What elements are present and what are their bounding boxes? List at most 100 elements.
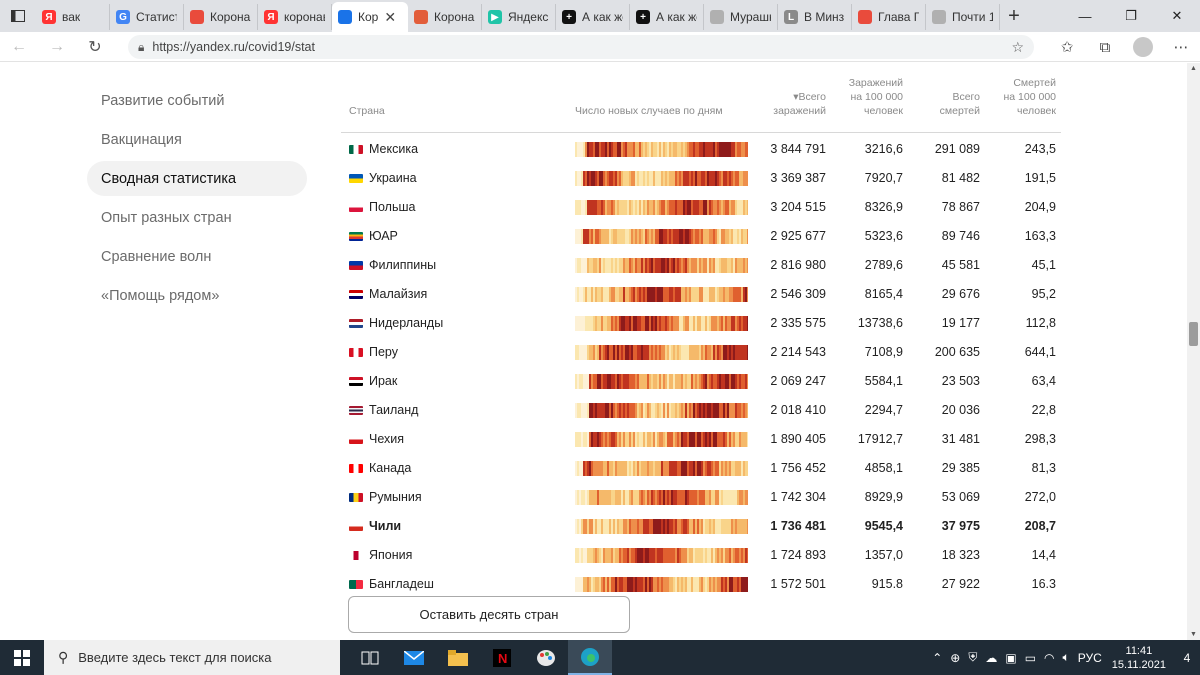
table-row[interactable]: Чили 1 736 481 9545,4 37 975 208,7 [341,512,1061,541]
table-row[interactable]: Мексика 3 844 791 3216,6 291 089 243,5 [341,135,1061,164]
task-view-button[interactable] [348,640,392,675]
sidebar-item[interactable]: «Помощь рядом» [87,278,307,313]
collections-icon[interactable]: ⧉ [1086,39,1124,56]
onedrive-icon[interactable]: ☁ [985,651,997,665]
forward-button[interactable]: → [38,38,76,56]
tab-label: вак [62,10,81,24]
table-row[interactable]: Ирак 2 069 247 5584,1 23 503 63,4 [341,367,1061,396]
browser-tab[interactable]: Коронав [408,4,482,30]
refresh-button[interactable]: ↻ [76,37,114,57]
mail-icon [404,650,424,665]
table-row[interactable]: Румыния 1 742 304 8929,9 53 069 272,0 [341,483,1061,512]
display-icon[interactable]: ▣ [1005,651,1016,665]
meet-now-icon[interactable]: ⊕ [950,651,960,665]
total-cases-cell: 3 844 791 [770,142,826,156]
sidebar-nav: Развитие событий Вакцинация Сводная статис… [87,83,307,317]
taskbar-apps: N [348,640,612,675]
new-tab-button[interactable]: + [1000,5,1028,28]
doc-icon [710,10,724,24]
table-row[interactable]: Канада 1 756 452 4858,1 29 385 81,3 [341,454,1061,483]
battery-icon[interactable]: ▭ [1025,651,1036,665]
input-language[interactable]: РУС [1078,651,1102,665]
browser-tab[interactable]: Почти 1 [926,4,1000,30]
scroll-up-icon[interactable]: ▲ [1187,65,1200,72]
browser-tab[interactable]: Кор ✕ [332,2,408,32]
browser-tab[interactable]: Глава ГБ [852,4,926,30]
country-name: Нидерланды [369,316,444,330]
table-row[interactable]: Филиппины 2 816 980 2789,6 45 581 45,1 [341,251,1061,280]
table-row[interactable]: Нидерланды 2 335 575 13738,6 19 177 112,8 [341,309,1061,338]
table-row[interactable]: Украина 3 369 387 7920,7 81 482 191,5 [341,164,1061,193]
country-flag-icon [349,435,363,444]
scrollbar-thumb[interactable] [1189,322,1198,346]
browser-tab[interactable]: + А как же [556,4,630,30]
security-icon[interactable]: ⛨ [968,650,977,665]
browser-tab[interactable]: Мурашк [704,4,778,30]
close-tab-icon[interactable]: ✕ [384,9,396,26]
back-button[interactable]: ← [0,38,38,56]
deaths-per-100k-cell: 644,1 [1024,345,1056,359]
country-flag-icon [349,377,363,386]
add-favorite-icon[interactable]: ☆ [1011,39,1024,56]
country-name: Филиппины [369,258,437,272]
header-daily-cases: Число новых случаев по дням [575,105,723,117]
browser-tab[interactable]: L В Минз [778,4,852,30]
header-total-cases[interactable]: ▾Всего заражений [773,90,826,118]
paint-app-button[interactable] [524,640,568,675]
netflix-app-button[interactable]: N [480,640,524,675]
clock[interactable]: 11:41 15.11.2021 [1112,644,1166,672]
taskbar-search[interactable]: ⚲ Введите здесь текст для поиска [44,640,340,675]
deaths-per-100k-cell: 298,3 [1024,432,1056,446]
address-bar[interactable]: 🔒︎ https://yandex.ru/covid19/stat ☆ [128,35,1034,59]
sidebar-item[interactable]: Сравнение волн [87,239,307,274]
restore-button[interactable]: ❐ [1108,0,1154,32]
browser-tab-strip: Явак G Статисти Коронав Якоронав Кор ✕ Коронав ▶… [0,0,1200,32]
country-name: Чехия [369,432,405,446]
country-name: Перу [369,345,398,359]
table-row[interactable]: Чехия 1 890 405 17912,7 31 481 298,3 [341,425,1061,454]
sidebar-item[interactable]: Сводная статистика [87,161,307,196]
file-explorer-button[interactable] [436,640,480,675]
clock-time: 11:41 [1125,644,1153,657]
sidebar-item[interactable]: Развитие событий [87,83,307,118]
browser-tab[interactable]: Якоронав [258,4,332,30]
show-ten-countries-button[interactable]: Оставить десять стран [348,596,630,633]
more-menu-icon[interactable]: ⋯ [1162,38,1200,56]
close-window-button[interactable]: ✕ [1154,0,1200,32]
sidebar-item[interactable]: Опыт разных стран [87,200,307,235]
header-cases-per-100k[interactable]: Заражений на 100 000 человек [849,76,903,118]
favorites-icon[interactable]: ✩ [1048,38,1086,56]
browser-tab[interactable]: ▶ Яндекс.М [482,4,556,30]
browser-tab[interactable]: G Статисти [110,4,184,30]
minimize-button[interactable]: — [1062,0,1108,32]
table-row[interactable]: Япония 1 724 893 1357,0 18 323 14,4 [341,541,1061,570]
header-total-deaths[interactable]: Всего смертей [940,90,980,118]
total-cases-cell: 1 890 405 [770,432,826,446]
edge-browser-button[interactable] [568,640,612,675]
vertical-scrollbar[interactable]: ▲ ▼ [1187,63,1200,640]
table-row[interactable]: Таиланд 2 018 410 2294,7 20 036 22,8 [341,396,1061,425]
lock-icon[interactable]: 🔒︎ [138,40,144,55]
browser-tab[interactable]: Коронав [184,4,258,30]
browser-tab[interactable]: Явак [36,4,110,30]
volume-muted-icon[interactable]: 🔈︎ [1063,650,1070,665]
table-row[interactable]: Бангладеш 1 572 501 915.8 27 922 16.3 [341,570,1061,599]
tab-label: коронав [284,10,325,24]
table-row[interactable]: Перу 2 214 543 7108,9 200 635 644,1 [341,338,1061,367]
table-row[interactable]: Малайзия 2 546 309 8165,4 29 676 95,2 [341,280,1061,309]
browser-tab[interactable]: + А как же [630,4,704,30]
total-deaths-cell: 291 089 [934,142,980,156]
table-row[interactable]: Польша 3 204 515 8326,9 78 867 204,9 [341,193,1061,222]
sidebar-item[interactable]: Вакцинация [87,122,307,157]
show-hidden-icons-icon[interactable]: ⌃ [932,651,942,665]
mail-app-button[interactable] [392,640,436,675]
scroll-down-icon[interactable]: ▼ [1187,631,1200,638]
tab-actions-button[interactable] [0,0,36,32]
notifications-button[interactable]: 4 [1174,648,1200,668]
profile-avatar[interactable] [1133,37,1153,57]
table-row[interactable]: ЮАР 2 925 677 5323,6 89 746 163,3 [341,222,1061,251]
start-button[interactable] [0,640,44,675]
header-country[interactable]: Страна [349,104,385,118]
wifi-icon[interactable]: ◠ [1044,651,1054,665]
header-deaths-per-100k[interactable]: Смертей на 100 000 человек [1003,76,1056,118]
